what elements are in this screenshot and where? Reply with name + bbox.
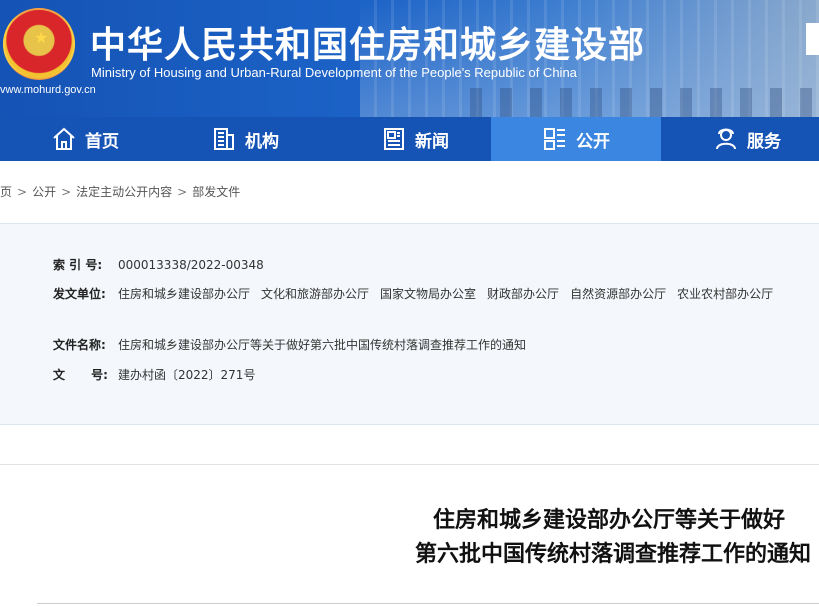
nav-item-home[interactable]: 首页 bbox=[0, 117, 170, 161]
breadcrumb-separator: > bbox=[61, 185, 72, 199]
document-title-line1: 住房和城乡建设部办公厅等关于做好 bbox=[432, 508, 785, 533]
main-nav: 首页 机构 新闻 公开 服务 bbox=[0, 117, 819, 161]
doc-number-value: 建办村函〔2022〕271号 bbox=[118, 368, 256, 382]
site-header: ★ 中华人民共和国住房和城乡建设部 Ministry of Housing an… bbox=[0, 0, 819, 117]
nav-item-news[interactable]: 新闻 bbox=[330, 117, 500, 161]
building-icon bbox=[214, 128, 234, 150]
document-info-box: 索 引 号: 000013338/2022-00348 发文单位: 住房和城乡建… bbox=[0, 223, 819, 425]
index-value: 000013338/2022-00348 bbox=[118, 258, 264, 272]
nav-item-org[interactable]: 机构 bbox=[160, 117, 330, 161]
breadcrumb-separator: > bbox=[177, 185, 188, 199]
document-title: 住房和城乡建设部办公厅等关于做好 第六批中国传统村落调查推荐工作的通知 bbox=[300, 504, 819, 572]
site-subtitle: Ministry of Housing and Urban-Rural Deve… bbox=[91, 65, 577, 80]
building-windows bbox=[470, 88, 819, 117]
breadcrumb-statutory[interactable]: 法定主动公开内容 bbox=[76, 185, 172, 199]
issuer-unit: 自然资源部办公厅 bbox=[570, 287, 667, 301]
national-emblem-icon[interactable]: ★ bbox=[3, 8, 75, 80]
issuers-label: 发文单位: bbox=[53, 287, 106, 301]
news-icon bbox=[384, 128, 404, 150]
service-user-icon bbox=[716, 128, 736, 150]
issuer-unit: 文化和旅游部办公厅 bbox=[261, 287, 370, 301]
site-title[interactable]: 中华人民共和国住房和城乡建设部 bbox=[90, 16, 645, 68]
document-title-line2: 第六批中国传统村落调查推荐工作的通知 bbox=[414, 542, 811, 567]
nav-item-public[interactable]: 公开 bbox=[491, 117, 661, 161]
issuers-value: 住房和城乡建设部办公厅 文化和旅游部办公厅 国家文物局办公室 财政部办公厅 自然资源部办… bbox=[118, 284, 808, 304]
title-underline bbox=[37, 603, 819, 604]
nav-item-label: 机构 bbox=[245, 131, 279, 152]
doc-number-label: 文 号: bbox=[53, 368, 108, 382]
breadcrumb-home[interactable]: 页 bbox=[0, 185, 12, 199]
star-icon: ★ bbox=[34, 28, 49, 47]
issuer-unit: 住房和城乡建设部办公厅 bbox=[118, 287, 251, 301]
nav-item-service[interactable]: 服务 bbox=[662, 117, 819, 161]
nav-item-label: 首页 bbox=[85, 131, 119, 152]
doc-name-label: 文件名称: bbox=[53, 338, 106, 352]
doc-name-value: 住房和城乡建设部办公厅等关于做好第六批中国传统村落调查推荐工作的通知 bbox=[118, 338, 527, 352]
nav-item-label: 公开 bbox=[576, 131, 610, 152]
site-url: vww.mohurd.gov.cn bbox=[0, 84, 96, 96]
breadcrumb-dept-docs[interactable]: 部发文件 bbox=[192, 185, 240, 199]
issuer-unit: 财政部办公厅 bbox=[487, 287, 560, 301]
nav-item-label: 新闻 bbox=[415, 131, 449, 152]
issuer-unit: 农业农村部办公厅 bbox=[677, 287, 774, 301]
breadcrumb: 页 > 公开 > 法定主动公开内容 > 部发文件 bbox=[0, 183, 240, 200]
nav-item-label: 服务 bbox=[747, 131, 781, 152]
index-label: 索 引 号: bbox=[53, 258, 103, 272]
section-divider bbox=[0, 464, 819, 465]
home-icon bbox=[53, 127, 75, 150]
header-search-box[interactable] bbox=[806, 23, 819, 55]
breadcrumb-separator: > bbox=[17, 185, 28, 199]
issuer-unit: 国家文物局办公室 bbox=[380, 287, 477, 301]
breadcrumb-public[interactable]: 公开 bbox=[32, 185, 56, 199]
document-icon bbox=[544, 128, 565, 150]
